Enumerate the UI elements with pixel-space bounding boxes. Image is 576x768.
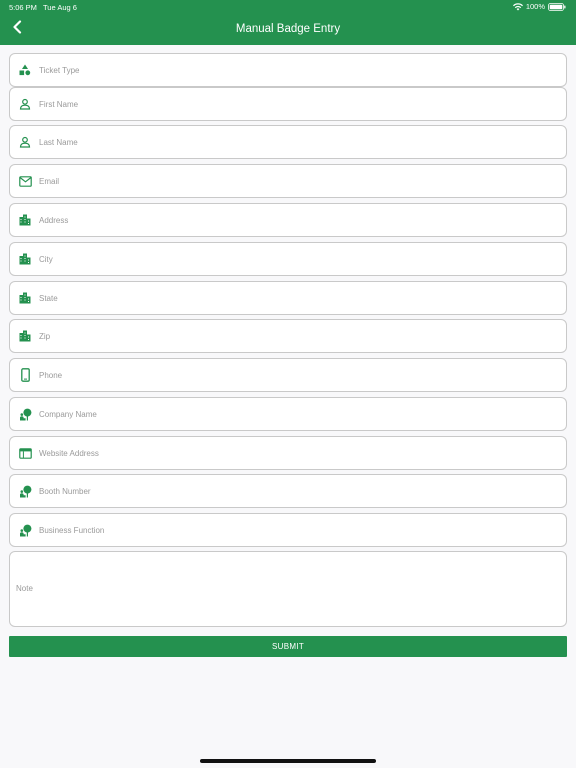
mail-icon <box>12 165 38 197</box>
submit-button[interactable]: SUBMIT <box>9 636 567 657</box>
city-icon <box>12 320 38 352</box>
website-address-field[interactable] <box>9 436 567 470</box>
home-indicator <box>200 759 376 763</box>
status-bar: 5:06 PM Tue Aug 6 100% <box>0 0 576 14</box>
zip-input[interactable] <box>39 320 539 352</box>
address-input[interactable] <box>39 204 539 236</box>
nature-person-icon <box>12 398 38 430</box>
company-name-field[interactable] <box>9 397 567 431</box>
battery-icon <box>548 2 566 11</box>
phone-field[interactable] <box>9 358 567 392</box>
last-name-field[interactable] <box>9 125 567 159</box>
state-input[interactable] <box>39 282 539 314</box>
battery-percent: 100% <box>525 2 545 11</box>
city-input[interactable] <box>39 243 539 275</box>
email-field[interactable] <box>9 164 567 198</box>
city-icon <box>12 282 38 314</box>
address-field[interactable] <box>9 203 567 237</box>
city-icon <box>12 243 38 275</box>
note-textarea[interactable] <box>10 552 566 626</box>
city-icon <box>12 204 38 236</box>
email-input[interactable] <box>39 165 539 197</box>
last-name-input[interactable] <box>39 126 539 158</box>
company-name-input[interactable] <box>39 398 539 430</box>
phone-icon <box>12 359 38 391</box>
note-field[interactable] <box>9 551 567 627</box>
business-function-field[interactable] <box>9 513 567 547</box>
nature-person-icon <box>12 514 38 546</box>
zip-field[interactable] <box>9 319 567 353</box>
phone-input[interactable] <box>39 359 539 391</box>
booth-number-field[interactable] <box>9 474 567 508</box>
app-header: 5:06 PM Tue Aug 6 100% Manual Badge Entr… <box>0 0 576 45</box>
person-icon <box>12 88 38 120</box>
first-name-field[interactable] <box>9 87 567 121</box>
status-date: Tue Aug 6 <box>43 3 77 12</box>
wifi-icon <box>512 2 523 11</box>
status-time: 5:06 PM <box>9 3 37 12</box>
website-address-input[interactable] <box>39 437 539 469</box>
city-field[interactable] <box>9 242 567 276</box>
shapes-icon <box>12 54 38 86</box>
first-name-input[interactable] <box>39 88 539 120</box>
ticket-type-field[interactable] <box>9 53 567 87</box>
booth-number-input[interactable] <box>39 475 539 507</box>
business-function-input[interactable] <box>39 514 539 546</box>
ticket-type-input[interactable] <box>39 54 539 86</box>
page-title: Manual Badge Entry <box>235 23 341 35</box>
person-icon <box>12 126 38 158</box>
web-icon <box>12 437 38 469</box>
status-indicators: 100% <box>512 2 566 11</box>
state-field[interactable] <box>9 281 567 315</box>
nature-person-icon <box>12 475 38 507</box>
